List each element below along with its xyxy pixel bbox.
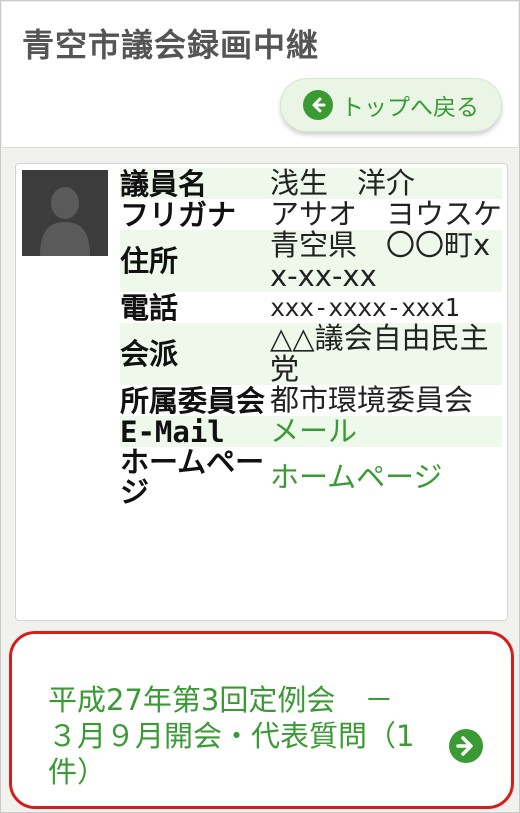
- member-info-table: 議員名 浅生 洋介 フリガナ アサオ ヨウスケ 住所 青空県 〇〇町xx-xx-…: [120, 168, 502, 507]
- member-faction: △△議会自由民主党: [270, 321, 489, 386]
- info-label: 住所: [120, 244, 179, 278]
- info-label: フリガナ: [120, 197, 237, 232]
- info-label: 電話: [120, 290, 179, 325]
- info-row-email: E-Mail メール: [120, 416, 502, 447]
- back-to-top-button[interactable]: トップへ戻る: [280, 78, 502, 132]
- member-phone: xxx-xxxx-xxx1: [270, 293, 460, 322]
- homepage-link[interactable]: ホームページ: [268, 447, 502, 507]
- info-row-address: 住所 青空県 〇〇町xx-xx-xx: [120, 230, 502, 292]
- app-frame: 青空市議会録画中継 トップへ戻る 議員名 浅生 洋介 フリガナ アサオ ヨウスケ…: [0, 0, 520, 813]
- arrow-left-circle-icon: [303, 90, 333, 120]
- member-address: 青空県 〇〇町xx-xx-xx: [270, 228, 491, 293]
- info-row-phone: 電話 xxx-xxxx-xxx1: [120, 292, 502, 323]
- info-row-furigana: フリガナ アサオ ヨウスケ: [120, 199, 502, 230]
- info-label: 会派: [120, 337, 179, 371]
- app-title: 青空市議会録画中継: [22, 26, 320, 64]
- arrow-right-circle-icon: [449, 729, 483, 763]
- info-label: 議員名: [120, 166, 208, 201]
- app-header: 青空市議会録画中継 トップへ戻る: [2, 2, 518, 148]
- member-name: 浅生 洋介: [270, 166, 416, 200]
- info-row-faction: 会派 △△議会自由民主党: [120, 323, 502, 385]
- info-label: 所属委員会: [120, 383, 266, 418]
- meeting-list-item[interactable]: 平成27年第3回定例会 － ３月９月開会・代表質問（1件）: [9, 631, 514, 809]
- member-committee: 都市環境委員会: [270, 383, 474, 417]
- info-label: ホームページ: [120, 445, 265, 509]
- member-profile-card: 議員名 浅生 洋介 フリガナ アサオ ヨウスケ 住所 青空県 〇〇町xx-xx-…: [15, 163, 508, 621]
- member-furigana: アサオ ヨウスケ: [270, 197, 503, 231]
- back-button-label: トップへ戻る: [341, 95, 479, 121]
- info-row-homepage: ホームページ ホームページ: [120, 447, 502, 507]
- meeting-title: 平成27年第3回定例会 － ３月９月開会・代表質問（1件）: [48, 683, 423, 789]
- info-row-name: 議員名 浅生 洋介: [120, 168, 502, 199]
- email-link[interactable]: メール: [268, 416, 502, 447]
- person-silhouette-icon: [22, 170, 108, 256]
- info-row-committee: 所属委員会 都市環境委員会: [120, 385, 502, 416]
- info-label: E-Mail: [120, 414, 225, 449]
